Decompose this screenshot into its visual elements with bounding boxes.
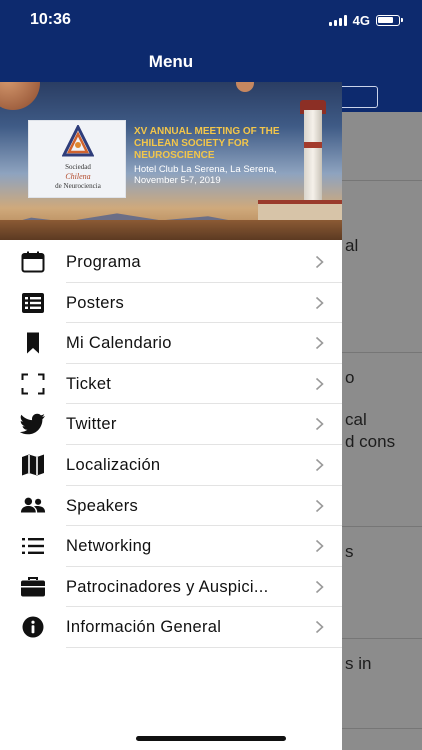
background-divider bbox=[342, 352, 422, 353]
bookmark-icon bbox=[20, 332, 46, 354]
chevron-right-icon bbox=[315, 255, 324, 269]
menu-item-localizacion[interactable]: Localización bbox=[0, 445, 342, 486]
menu-item-programa[interactable]: Programa bbox=[0, 242, 342, 283]
background-divider bbox=[342, 638, 422, 639]
background-text: d cons bbox=[345, 432, 396, 451]
twitter-bird-icon bbox=[20, 413, 46, 435]
background-text: o bbox=[345, 368, 355, 387]
chevron-right-icon bbox=[315, 540, 324, 553]
status-bar: 10:36 4G bbox=[0, 0, 422, 40]
menu-item-label: Twitter bbox=[66, 415, 117, 434]
menu-item-label: Información General bbox=[66, 618, 222, 637]
menu-item-label: Networking bbox=[66, 537, 152, 556]
chevron-right-icon bbox=[315, 621, 324, 634]
battery-icon bbox=[376, 15, 403, 26]
briefcase-icon bbox=[20, 576, 46, 598]
info-circle-icon bbox=[20, 616, 46, 638]
list-box-icon bbox=[20, 292, 46, 314]
background-text: al bbox=[345, 236, 359, 255]
menu-item-networking[interactable]: Networking bbox=[0, 526, 342, 567]
menu-item-label: Localización bbox=[66, 455, 161, 474]
map-icon bbox=[20, 454, 46, 476]
menu-item-label: Ticket bbox=[66, 374, 112, 393]
planet-graphic bbox=[236, 82, 254, 92]
menu-item-label: Programa bbox=[66, 253, 141, 271]
background-divider bbox=[342, 180, 422, 181]
menu-item-twitter[interactable]: Twitter bbox=[0, 404, 342, 445]
chevron-right-icon bbox=[315, 458, 324, 472]
menu-item-label: Patrocinadores y Auspici... bbox=[66, 577, 269, 596]
network-label: 4G bbox=[352, 13, 370, 28]
menu-item-informacion-general[interactable]: Información General bbox=[0, 607, 342, 648]
menu-item-speakers[interactable]: Speakers bbox=[0, 486, 342, 527]
banner-details: Hotel Club La Serena, La Serena, Novembe… bbox=[134, 164, 304, 186]
banner-heading: XV ANNUAL MEETING OF THE CHILEAN SOCIETY… bbox=[134, 126, 280, 161]
scan-frame-icon bbox=[20, 373, 46, 395]
chevron-right-icon bbox=[315, 377, 324, 390]
chevron-right-icon bbox=[315, 499, 324, 512]
chevron-right-icon bbox=[315, 337, 324, 350]
chevron-right-icon bbox=[315, 580, 324, 593]
background-text: s in bbox=[345, 654, 372, 673]
background-text: cal bbox=[345, 410, 367, 429]
society-logo-icon bbox=[62, 125, 94, 157]
event-banner: Sociedad Chilena de Neurociencia XV ANNU… bbox=[0, 82, 342, 240]
moon-graphic bbox=[0, 82, 40, 110]
bullet-list-icon bbox=[20, 535, 46, 557]
background-divider bbox=[342, 728, 422, 729]
menu-list: Programa Posters Mi Calendario Ticket Tw… bbox=[0, 242, 342, 648]
logo-text-middle: Chilena bbox=[65, 172, 91, 181]
signal-icon bbox=[328, 15, 347, 26]
banner-dates: November 5-7, 2019 bbox=[134, 175, 221, 186]
menu-item-label: Speakers bbox=[66, 496, 139, 515]
menu-item-label: Mi Calendario bbox=[66, 334, 172, 353]
banner-venue: Hotel Club La Serena, La Serena, bbox=[134, 164, 277, 175]
side-menu-drawer: Menu Sociedad Chilena de Neurociencia XV… bbox=[0, 0, 342, 750]
menu-item-ticket[interactable]: Ticket bbox=[0, 364, 342, 405]
home-indicator[interactable] bbox=[136, 736, 286, 741]
ground-graphic bbox=[0, 220, 342, 240]
menu-item-patrocinadores[interactable]: Patrocinadores y Auspici... bbox=[0, 567, 342, 608]
logo-text-bottom: de Neurociencia bbox=[55, 182, 101, 190]
menu-item-posters[interactable]: Posters bbox=[0, 283, 342, 324]
logo-text-top: Sociedad bbox=[65, 163, 91, 171]
menu-item-mi-calendario[interactable]: Mi Calendario bbox=[0, 323, 342, 364]
background-divider bbox=[342, 526, 422, 527]
status-time: 10:36 bbox=[30, 11, 71, 28]
background-text: s bbox=[345, 542, 354, 561]
drawer-title: Menu bbox=[148, 52, 194, 71]
society-logo: Sociedad Chilena de Neurociencia bbox=[28, 120, 126, 198]
status-indicators: 4G bbox=[328, 13, 403, 28]
calendar-icon bbox=[20, 251, 46, 273]
menu-item-label: Posters bbox=[66, 293, 125, 312]
chevron-right-icon bbox=[315, 418, 324, 431]
people-icon bbox=[20, 495, 46, 517]
chevron-right-icon bbox=[315, 296, 324, 309]
lighthouse-band-graphic bbox=[304, 142, 322, 148]
